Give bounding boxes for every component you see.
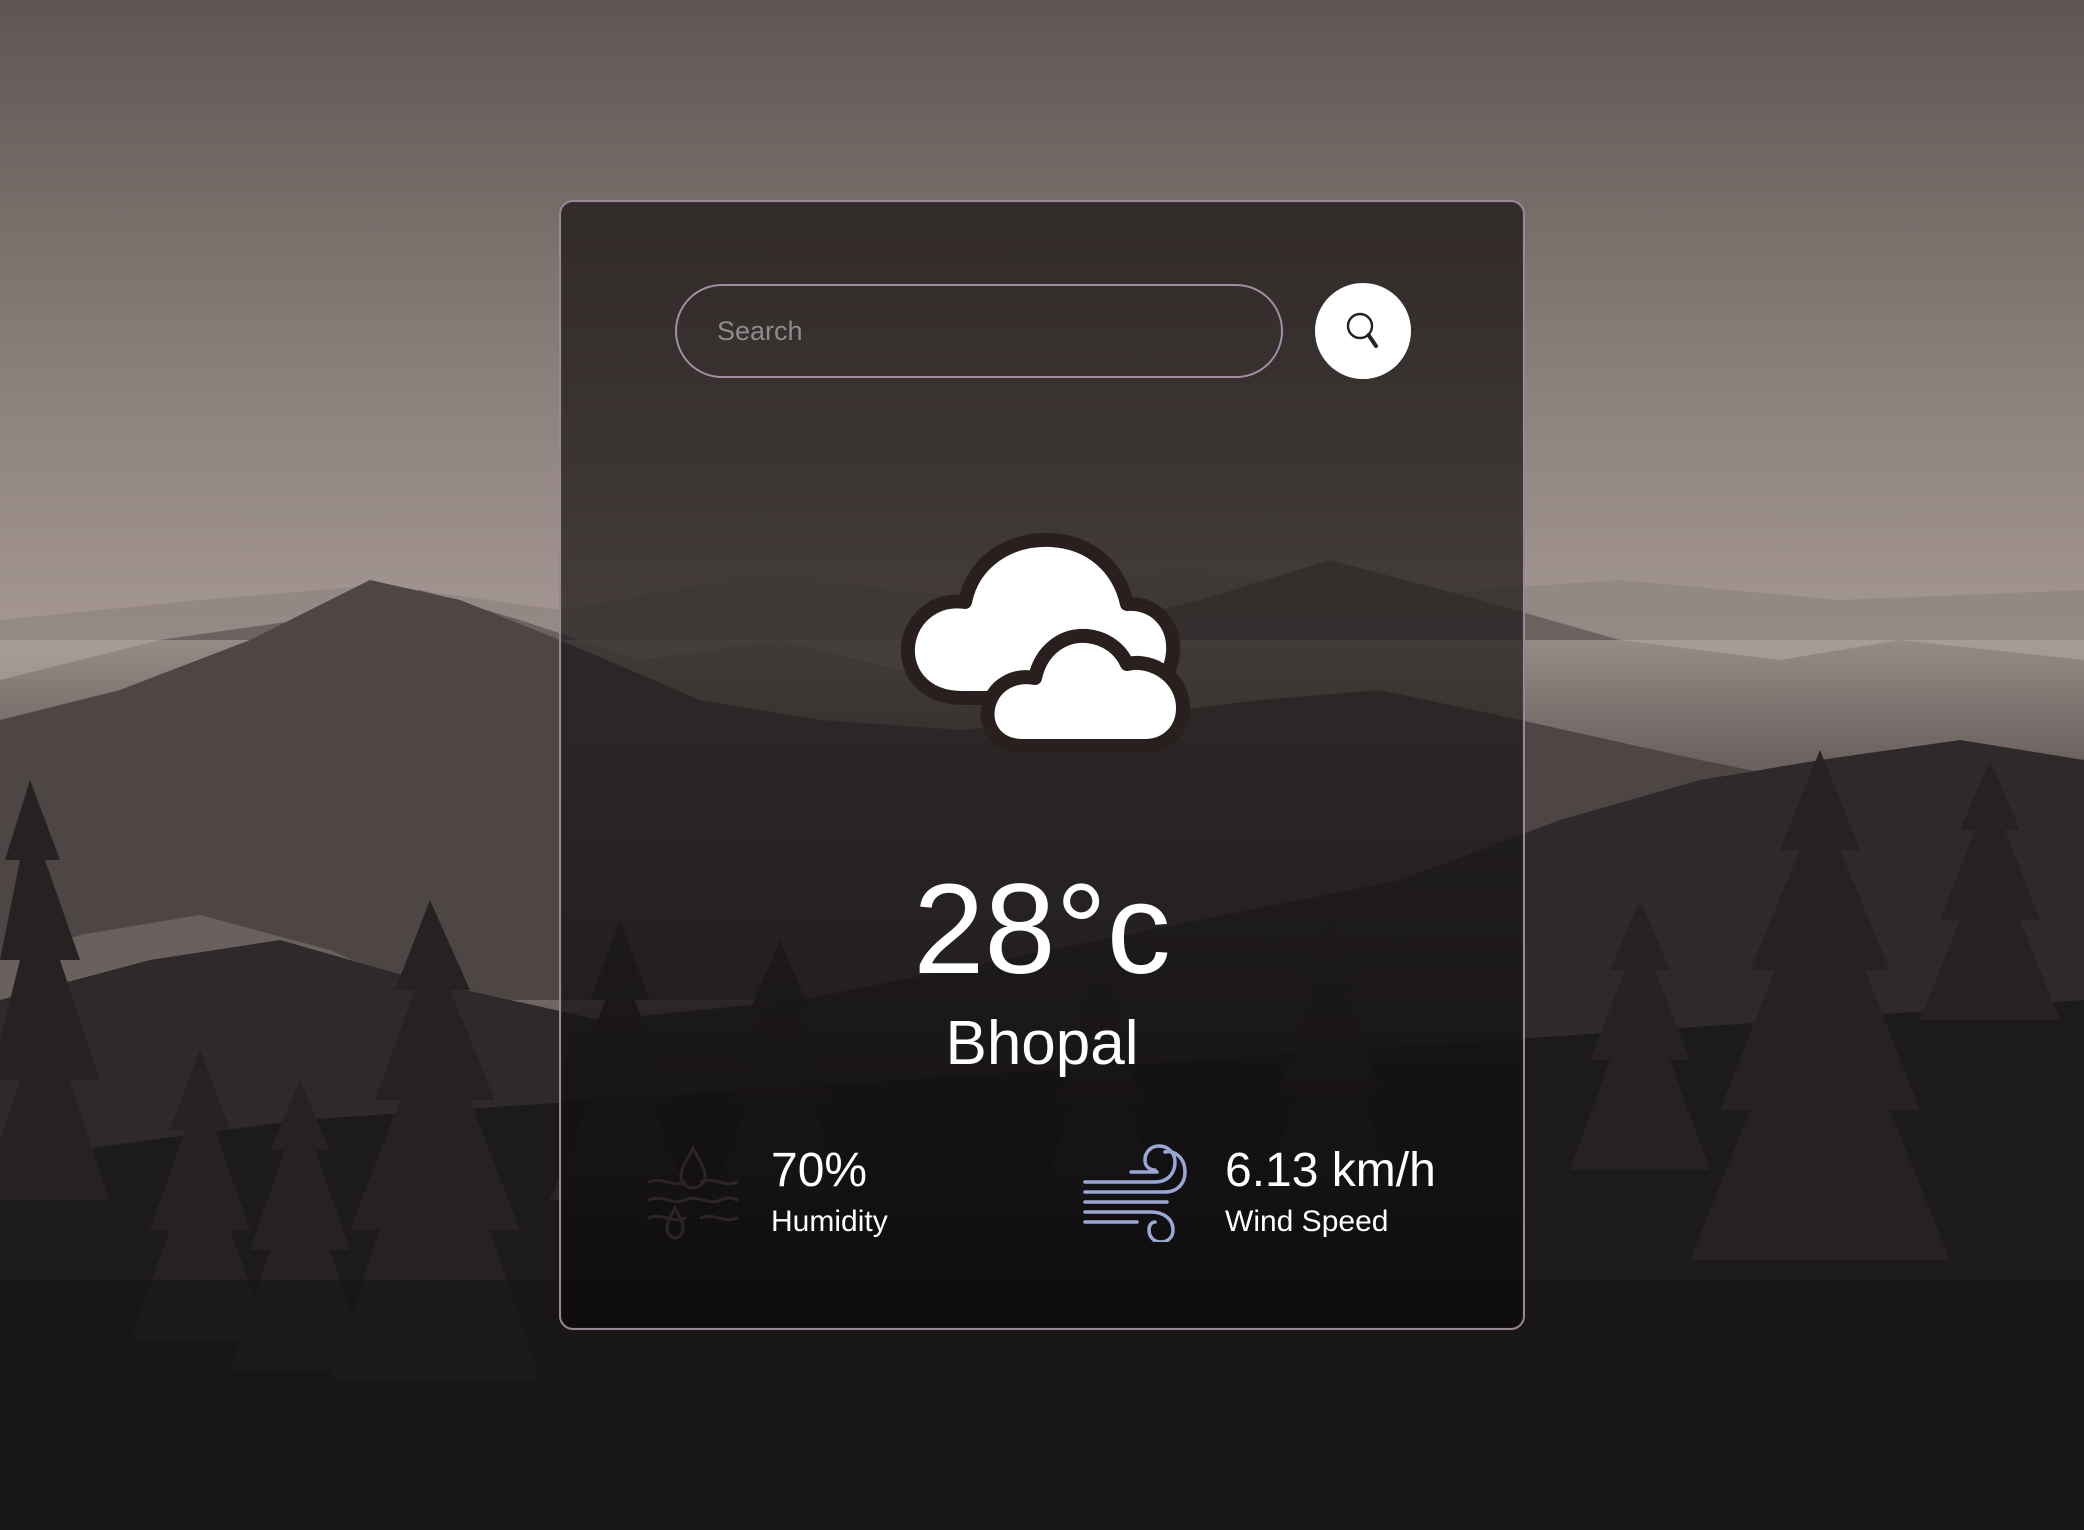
wind-value: 6.13 km/h (1225, 1144, 1436, 1197)
city-name: Bhopal (945, 1009, 1139, 1078)
wind-icon (1081, 1142, 1191, 1247)
search-bar (675, 282, 1415, 380)
search-button[interactable] (1315, 283, 1411, 379)
humidity-icon (641, 1142, 741, 1247)
humidity-label: Humidity (771, 1205, 888, 1238)
weather-card: 28°c Bhopal 70% Humidity (559, 200, 1525, 1330)
temperature: 28°c (913, 858, 1171, 1001)
search-icon (1346, 312, 1378, 348)
wind-detail: 6.13 km/h Wind Speed (1081, 1142, 1501, 1252)
wind-label: Wind Speed (1225, 1205, 1389, 1238)
search-input[interactable] (675, 284, 1283, 378)
clouds-icon (891, 518, 1211, 758)
humidity-detail: 70% Humidity (641, 1142, 961, 1252)
humidity-value: 70% (771, 1144, 868, 1197)
